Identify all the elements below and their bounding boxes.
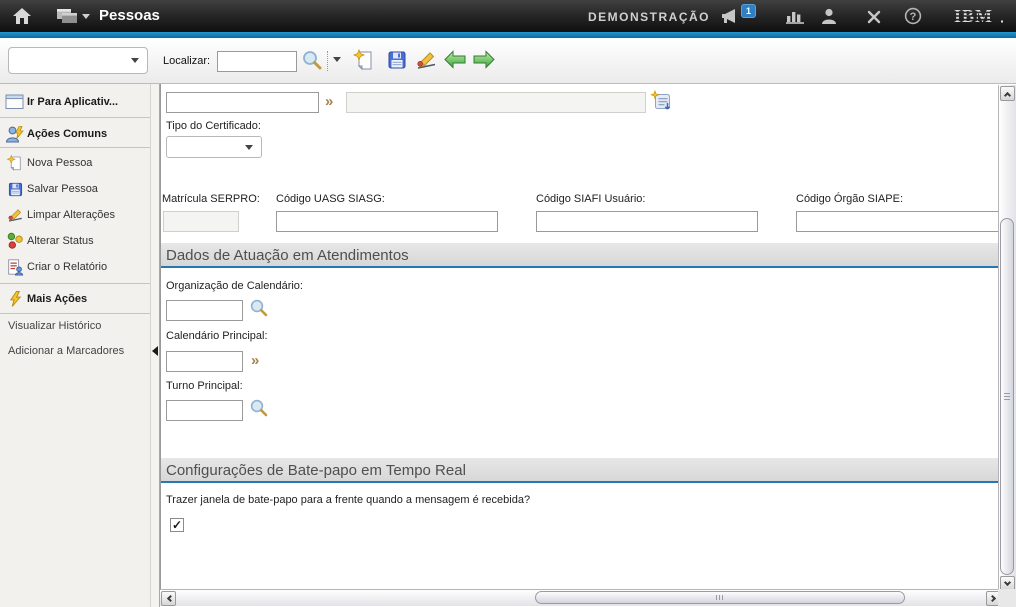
environment-label: DEMONSTRAÇÃO (588, 10, 710, 24)
main-content: » Tipo do Certificado: Matrícula SERPRO:… (160, 84, 998, 589)
sidebar-divider (0, 283, 150, 284)
certificate-type-select[interactable] (166, 136, 262, 158)
sidebar-item-visualizar-historico[interactable]: Visualizar Histórico (8, 320, 101, 332)
go-to-applications-icon[interactable] (56, 8, 90, 24)
codigo-siafi-input[interactable] (536, 211, 758, 232)
codigo-uasg-label: Código UASG SIASG: (276, 193, 385, 205)
sidebar-header-more-actions: Mais Ações (0, 286, 150, 312)
sidebar-item-salvar-pessoa[interactable]: Salvar Pessoa (0, 176, 150, 202)
sidebar-item-label: Nova Pessoa (27, 157, 92, 169)
person-name-display (346, 92, 646, 113)
codigo-siafi-label: Código SIAFI Usuário: (536, 193, 645, 205)
common-actions-icon (3, 125, 27, 143)
sidebar-item-label: Alterar Status (27, 235, 94, 247)
detail-menu-icon[interactable] (650, 90, 672, 112)
sidebar-gutter (150, 84, 159, 607)
change-status-icon (3, 232, 27, 250)
turno-principal-input[interactable] (166, 400, 243, 421)
bulletin-megaphone-icon[interactable] (720, 8, 742, 24)
svg-text:IBM: IBM (954, 6, 993, 26)
chevron-down-icon (245, 145, 253, 150)
sidebar-divider (0, 313, 150, 314)
sidebar-header-label: Mais Ações (27, 293, 87, 305)
select-value-chevrons-icon[interactable]: » (325, 94, 333, 109)
sidebar-item-nova-pessoa[interactable]: Nova Pessoa (0, 150, 150, 176)
select-value-chevrons-icon[interactable]: » (251, 353, 259, 368)
sign-out-close-icon[interactable] (866, 9, 882, 25)
chat-foreground-checkbox[interactable]: ✓ (170, 518, 184, 532)
find-input[interactable] (217, 51, 297, 72)
clear-changes-icon (3, 206, 27, 224)
sidebar-item-label: Ir Para Aplicativ... (27, 96, 118, 108)
organizacao-calendario-label: Organização de Calendário: (166, 280, 303, 292)
application-window-icon (3, 94, 27, 110)
sidebar-divider (0, 147, 150, 148)
sidebar-item-criar-relatorio[interactable]: Criar o Relatório (0, 254, 150, 280)
previous-record-icon[interactable] (443, 50, 467, 69)
person-id-input[interactable] (166, 92, 319, 113)
section-header-atendimentos: Dados de Atuação em Atendimentos (161, 243, 998, 268)
certificate-type-label: Tipo do Certificado: (166, 120, 261, 132)
turno-principal-label: Turno Principal: (166, 380, 243, 392)
sidebar-collapse-icon[interactable] (152, 346, 158, 356)
reports-chart-icon[interactable] (785, 8, 805, 24)
sidebar-divider (0, 117, 150, 118)
calendario-principal-input[interactable] (166, 351, 243, 372)
search-options-caret-icon[interactable] (333, 57, 341, 62)
lookup-icon[interactable] (249, 298, 269, 318)
find-label: Localizar: (163, 55, 210, 67)
home-icon[interactable] (12, 7, 32, 25)
codigo-siape-input[interactable] (796, 211, 998, 232)
next-record-icon[interactable] (472, 50, 496, 69)
lightning-icon (3, 290, 27, 308)
sidebar-item-alterar-status[interactable]: Alterar Status (0, 228, 150, 254)
svg-text:?: ? (910, 11, 917, 23)
matricula-serpro-label: Matrícula SERPRO: (162, 193, 260, 205)
horizontal-scrollbar[interactable] (160, 589, 1002, 606)
section-header-chat: Configurações de Bate-papo em Tempo Real (161, 458, 998, 483)
sidebar-item-go-to-applications[interactable]: Ir Para Aplicativ... (0, 89, 150, 115)
codigo-siape-label: Código Órgão SIAPE: (796, 193, 903, 205)
organizacao-calendario-input[interactable] (166, 300, 243, 321)
record-select[interactable] (8, 47, 148, 74)
horizontal-scroll-thumb[interactable] (535, 591, 905, 604)
app-title: Pessoas (99, 7, 160, 24)
create-report-icon (3, 258, 27, 276)
sidebar-item-adicionar-marcadores[interactable]: Adicionar a Marcadores (8, 345, 124, 357)
vertical-scrollbar[interactable] (998, 85, 1016, 592)
new-record-icon[interactable] (352, 48, 376, 72)
toolbar-separator (327, 51, 328, 71)
new-record-icon (3, 154, 27, 172)
sidebar-item-limpar-alteracoes[interactable]: Limpar Alterações (0, 202, 150, 228)
record-toolbar: Localizar: (0, 38, 1016, 84)
sidebar-header-label: Ações Comuns (27, 128, 107, 140)
profile-person-icon[interactable] (820, 7, 838, 25)
calendario-principal-label: Calendário Principal: (166, 330, 268, 342)
save-icon (3, 181, 27, 198)
vertical-scroll-thumb[interactable] (1000, 218, 1014, 575)
notification-badge: 1 (741, 4, 756, 18)
clear-changes-icon[interactable] (414, 48, 438, 72)
checkmark-icon: ✓ (172, 519, 182, 531)
ibm-logo: IBM (953, 6, 1007, 26)
matricula-serpro-input (163, 211, 239, 232)
lookup-icon[interactable] (249, 398, 269, 418)
scroll-left-button[interactable] (161, 591, 176, 606)
sidebar-item-label: Limpar Alterações (27, 209, 115, 221)
sidebar-item-label: Criar o Relatório (27, 261, 107, 273)
sidebar: Ir Para Aplicativ... Ações Comuns (0, 84, 160, 607)
application-window: Pessoas DEMONSTRAÇÃO 1 ? (0, 0, 1016, 607)
chevron-down-icon (82, 14, 90, 19)
search-icon[interactable] (301, 49, 323, 71)
help-icon[interactable]: ? (904, 7, 922, 25)
sidebar-item-label: Salvar Pessoa (27, 183, 98, 195)
chat-question-label: Trazer janela de bate-papo para a frente… (166, 494, 530, 506)
scrollbar-corner (998, 589, 1016, 607)
save-icon[interactable] (386, 49, 408, 71)
sidebar-header-common-actions: Ações Comuns (0, 121, 150, 147)
scroll-up-button[interactable] (1000, 86, 1015, 101)
chevron-down-icon (131, 58, 139, 63)
codigo-uasg-input[interactable] (276, 211, 498, 232)
top-navigation-bar: Pessoas DEMONSTRAÇÃO 1 ? (0, 0, 1016, 32)
